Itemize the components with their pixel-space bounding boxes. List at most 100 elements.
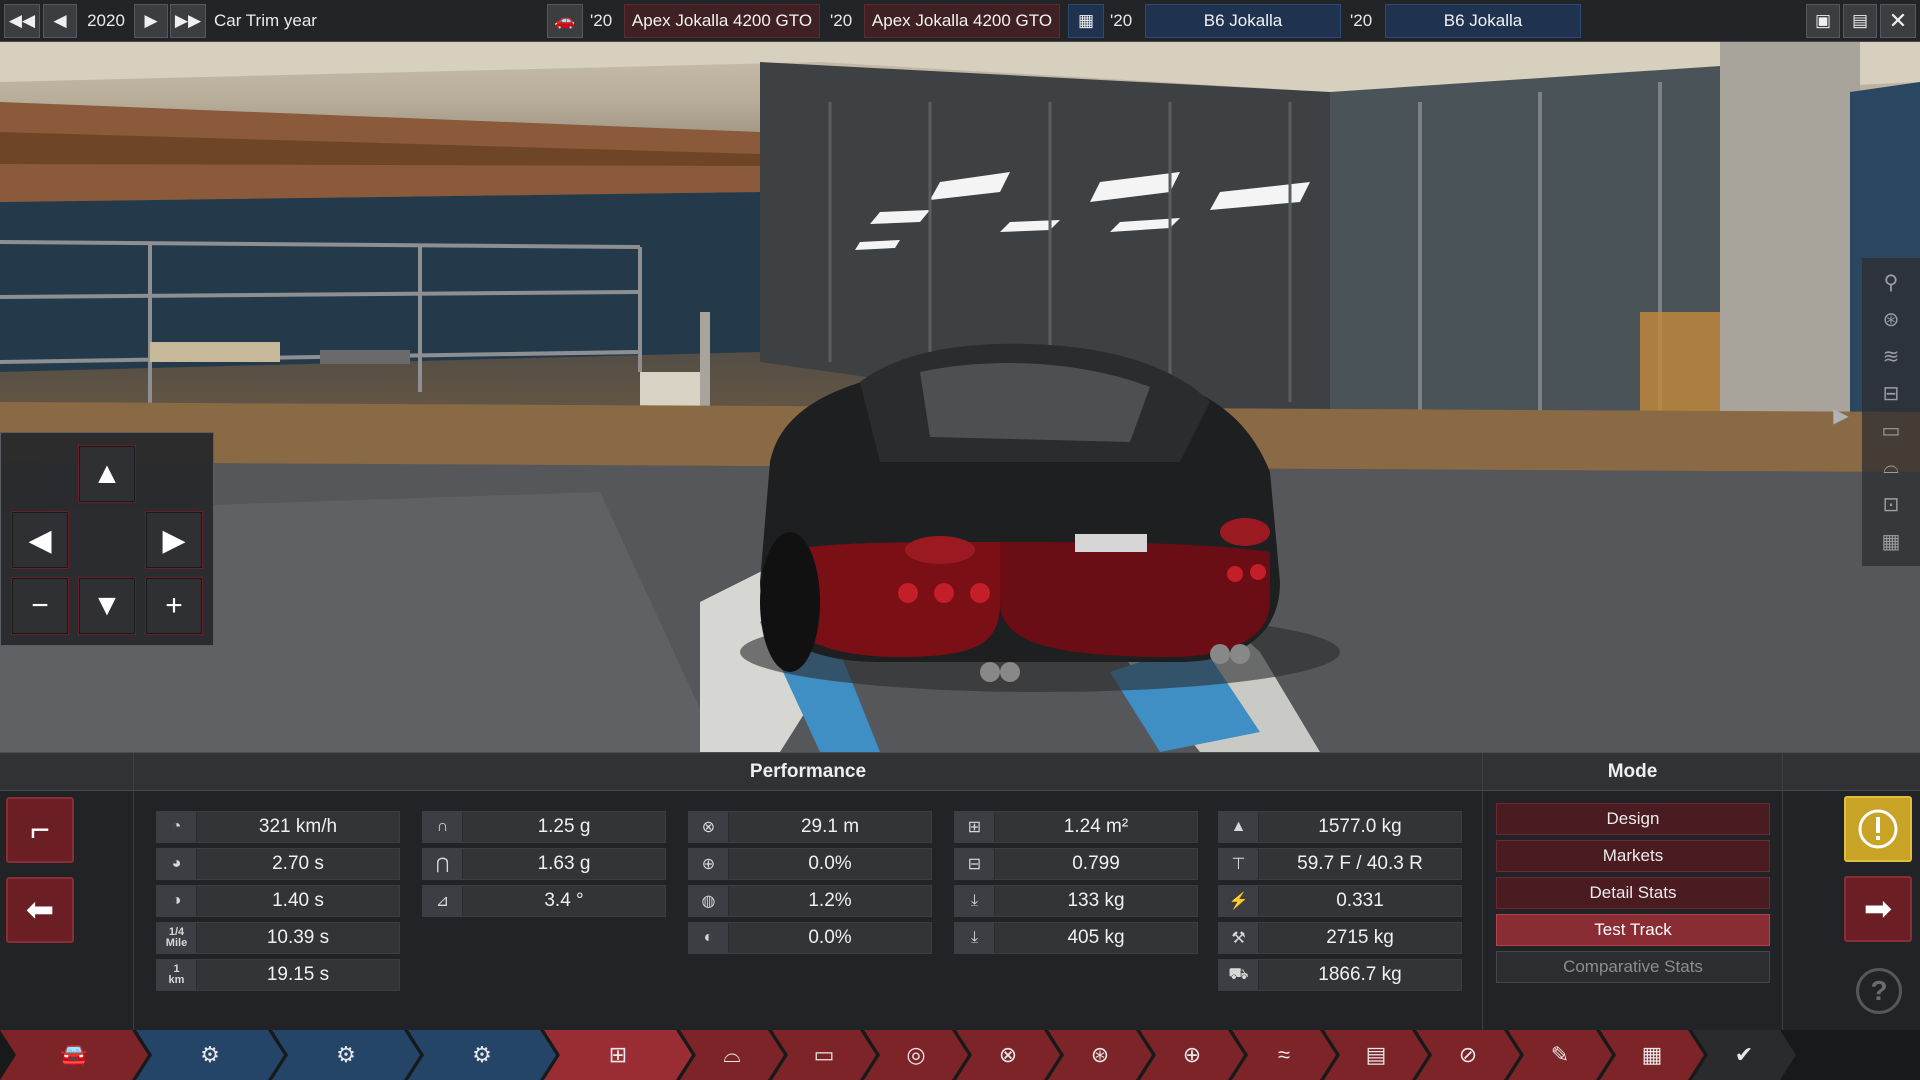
spring-icon[interactable]: ≋ [1879, 344, 1903, 368]
double-left-arrow-icon: ◀◀ [8, 11, 36, 30]
stat-value: 1.24 m² [1063, 816, 1129, 837]
camera-icon: ▣ [1814, 11, 1832, 30]
forward-button[interactable]: ➡ [1844, 876, 1912, 942]
stat-weight-distribution: ⊤ 59.7 F / 40.3 R [1218, 848, 1462, 880]
camera-up-button[interactable]: ▲ [78, 445, 136, 503]
car-viewport[interactable] [0, 42, 1920, 752]
tab-wheels[interactable]: ⊛ [1048, 1030, 1152, 1080]
mode-design-button[interactable]: Design [1496, 803, 1770, 835]
camera-zoom-in-button[interactable]: + [145, 577, 203, 635]
stat-body-roll: ⊿ 3.4 ° [422, 885, 666, 917]
slot3-engine-selector[interactable]: B6 Jokalla [1145, 4, 1341, 38]
tab-brakes[interactable]: ⊗ [956, 1030, 1060, 1080]
back-arrow-icon: ⬅ [25, 891, 55, 929]
cg-height-icon: ⚡ [1219, 886, 1259, 916]
stat-value: 0.0% [808, 853, 852, 874]
screenshot-button[interactable]: ▣ [1806, 4, 1840, 38]
tab-aero[interactable]: ≈ [1232, 1030, 1336, 1080]
stat-value: 1.2% [808, 890, 852, 911]
calculator-button[interactable]: ▤ [1843, 4, 1877, 38]
year-forward-button[interactable]: ▶ [134, 4, 168, 38]
engine-select-button[interactable]: ▦ [1068, 4, 1104, 38]
bottom-stats-panel: ⌐ ⬅ Performance ◔ 321 km/h ◕ 2.70 s ◑ 1.… [0, 752, 1920, 1031]
engine-icon[interactable]: ⊟ [1879, 381, 1903, 405]
plus-icon: + [165, 589, 183, 622]
mode-detail-stats-button[interactable]: Detail Stats [1496, 877, 1770, 909]
close-button[interactable]: ✕ [1880, 4, 1916, 38]
stat-value: 0.0% [808, 927, 852, 948]
car-model-icon: 🚘 [60, 1042, 88, 1067]
mode-comparative-stats-button[interactable]: Comparative Stats [1496, 951, 1770, 983]
stat-value: 1577.0 kg [1318, 816, 1402, 837]
tab-car-model[interactable]: 🚘 [0, 1030, 148, 1080]
mode-test-track-button[interactable]: Test Track [1496, 914, 1770, 946]
weight-distribution-icon: ⊤ [1219, 849, 1259, 879]
tab-fixtures[interactable]: ✎ [1508, 1030, 1612, 1080]
stat-value: 1.25 g [537, 816, 591, 837]
back-button[interactable]: ⬅ [6, 877, 74, 943]
slot1-model-selector[interactable]: Apex Jokalla 4200 GTO [624, 4, 820, 38]
right-arrow-icon: ▶ [162, 523, 186, 557]
warning-button[interactable] [1844, 796, 1912, 862]
tab-safety[interactable]: ⊘ [1416, 1030, 1520, 1080]
question-mark-icon: ? [1870, 975, 1888, 1006]
one-km-icon: 1 km [157, 960, 197, 990]
year-back-button[interactable]: ◀ [43, 4, 77, 38]
body-icon: ⌓ [723, 1042, 741, 1067]
walk-icon[interactable]: ⚲ [1879, 270, 1903, 294]
tab-steering[interactable]: ⊕ [1140, 1030, 1244, 1080]
stat-value: 19.15 s [266, 964, 330, 985]
car-side-icon[interactable]: ⌓ [1879, 455, 1903, 479]
camera-zoom-out-button[interactable]: − [11, 577, 69, 635]
tab-interior[interactable]: ▤ [1324, 1030, 1428, 1080]
stat-cornering-high: ⋂ 1.63 g [422, 848, 666, 880]
tab-finish[interactable]: ✔ [1692, 1030, 1796, 1080]
top-bar: ◀◀ ◀ 2020 ▶ ▶▶ Car Trim year 🚗 '20 Apex … [0, 0, 1920, 42]
slot4-engine-selector[interactable]: B6 Jokalla [1385, 4, 1581, 38]
stat-front-downforce: ⤓ 133 kg [954, 885, 1198, 917]
left-arrow-icon: ◀ [53, 11, 67, 30]
cornering-high-speed-icon: ⋂ [423, 849, 463, 879]
camera-left-button[interactable]: ◀ [11, 511, 69, 569]
trailer-icon[interactable]: ⊡ [1879, 492, 1903, 516]
stat-drag-coefficient: ⊟ 0.799 [954, 848, 1198, 880]
finish-icon: ✔ [1734, 1042, 1754, 1067]
year-skip-back-button[interactable]: ◀◀ [4, 4, 40, 38]
tab-engine-tuning[interactable]: ⚙ [408, 1030, 556, 1080]
slot2-year: '20 [830, 11, 853, 30]
towing-capacity-icon: ⚒ [1219, 923, 1259, 953]
grid-icon[interactable]: ▦ [1879, 529, 1903, 553]
suspension-icon: ◎ [906, 1042, 926, 1067]
tab-drivetrain[interactable]: ▭ [772, 1030, 876, 1080]
mode-markets-button[interactable]: Markets [1496, 840, 1770, 872]
stat-brake-fade: ⊕ 0.0% [688, 848, 932, 880]
steering-icon: ⊕ [1182, 1042, 1202, 1067]
acceleration-0-60-icon: ◑ [157, 886, 197, 916]
year-skip-forward-button[interactable]: ▶▶ [170, 4, 206, 38]
side-panel-expand-button[interactable]: ▶ [1826, 400, 1856, 430]
slot4-year: '20 [1350, 11, 1373, 30]
stat-braking-distance: ⊗ 29.1 m [688, 811, 932, 843]
stat-value: 0.331 [1336, 890, 1384, 911]
tab-engine-family[interactable]: ⚙ [136, 1030, 284, 1080]
stat-value: 29.1 m [800, 816, 860, 837]
help-button[interactable]: ? [1856, 968, 1902, 1014]
tab-engine-design[interactable]: ⚙ [272, 1030, 420, 1080]
stat-cornering-low: ∩ 1.25 g [422, 811, 666, 843]
tab-suspension[interactable]: ◎ [864, 1030, 968, 1080]
stat-top-speed: ◔ 321 km/h [156, 811, 400, 843]
seat-icon[interactable]: ▭ [1879, 418, 1903, 442]
tab-trim-setup[interactable]: ⊞ [544, 1030, 692, 1080]
cargo-weight-icon: ⛟ [1219, 960, 1259, 990]
tab-test-drive[interactable]: ▦ [1600, 1030, 1704, 1080]
wheels-icon: ⊛ [1090, 1042, 1110, 1067]
close-icon: ✕ [1888, 8, 1908, 33]
axis-view-button[interactable]: ⌐ [6, 797, 74, 863]
camera-down-button[interactable]: ▼ [78, 577, 136, 635]
warning-icon [1858, 809, 1898, 849]
camera-right-button[interactable]: ▶ [145, 511, 203, 569]
car-model-select-button[interactable]: 🚗 [547, 4, 583, 38]
wheel-icon[interactable]: ⊛ [1879, 307, 1903, 331]
tab-body[interactable]: ⌓ [680, 1030, 784, 1080]
slot2-model-selector[interactable]: Apex Jokalla 4200 GTO [864, 4, 1060, 38]
